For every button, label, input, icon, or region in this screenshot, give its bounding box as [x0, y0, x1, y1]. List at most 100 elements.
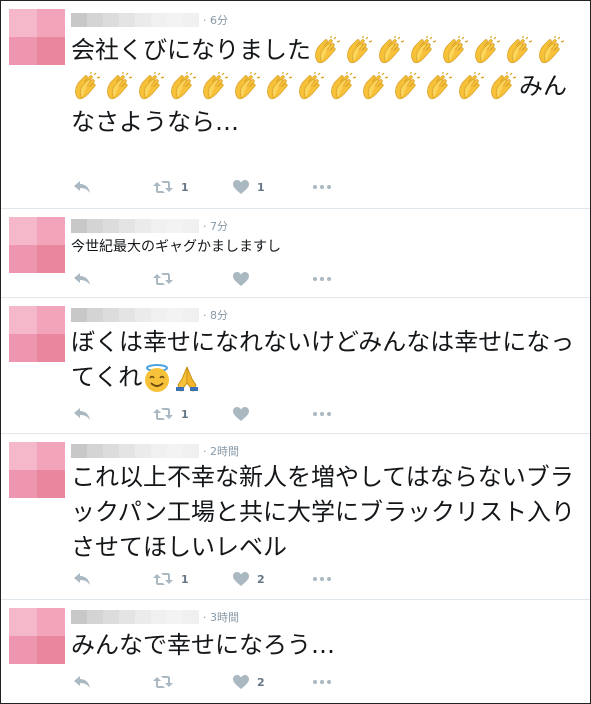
more-button[interactable]: [313, 270, 343, 288]
tweet-actions: 1 2: [73, 570, 343, 588]
more-dots-icon: [313, 185, 331, 189]
clapping-hands-icon: [491, 72, 517, 100]
tweet-text: これ以上不幸な新人を増やしてはならないブラックパン工場と共に大学にブラックリスト…: [71, 463, 575, 561]
retweet-button[interactable]: 1: [153, 570, 233, 588]
avatar[interactable]: [9, 9, 65, 65]
like-button[interactable]: 2: [233, 673, 313, 691]
heart-icon: [233, 272, 249, 286]
more-button[interactable]: [313, 570, 343, 588]
reply-button[interactable]: [73, 270, 153, 288]
clapping-hands-icon: [107, 72, 133, 100]
tweet-time[interactable]: · 2時間: [203, 443, 239, 459]
clapping-hands-icon: [331, 72, 357, 100]
retweet-count: 1: [181, 180, 189, 194]
like-button[interactable]: [233, 405, 313, 423]
tweet-time[interactable]: · 8分: [203, 307, 228, 323]
tweet-actions: 1 1: [73, 178, 343, 196]
reply-icon: [74, 181, 90, 193]
tweet-time[interactable]: · 6分: [203, 12, 228, 28]
retweet-count: 1: [181, 407, 189, 421]
clapping-hands-icon: [459, 72, 485, 100]
avatar[interactable]: [9, 306, 65, 362]
tweet-text: 今世紀最大のギャグかましますし: [71, 239, 281, 255]
clapping-hands-icon: [363, 72, 389, 100]
username-blurred[interactable]: [71, 444, 199, 458]
retweet-icon: [153, 181, 173, 193]
more-dots-icon: [313, 680, 331, 684]
clapping-hands-icon: [171, 72, 197, 100]
tweet[interactable]: · 8分 ぼくは幸せになれないけどみんなは幸せになってくれ 1: [1, 298, 590, 434]
tweet[interactable]: · 7分 今世紀最大のギャグかましますし: [1, 209, 590, 298]
tweet[interactable]: · 3時間 みんなで幸せになろう… 2: [1, 600, 590, 703]
clapping-hands-icon: [139, 72, 165, 100]
clapping-hands-icon: [427, 72, 453, 100]
more-dots-icon: [313, 412, 331, 416]
reply-icon: [74, 408, 90, 420]
folded-hands-icon: [176, 366, 199, 392]
tweet-header: · 6分: [71, 11, 228, 29]
retweet-button[interactable]: [153, 270, 233, 288]
like-count: 2: [257, 675, 265, 689]
clapping-hands-icon: [267, 72, 293, 100]
username-blurred[interactable]: [71, 13, 199, 27]
clapping-hands-icon: [235, 72, 261, 100]
tweet-header: · 2時間: [71, 442, 239, 460]
tweet-text: 会社くびになりましたみんなさようなら…: [71, 32, 576, 140]
username-blurred[interactable]: [71, 610, 199, 624]
tweet-actions: 1: [73, 405, 343, 423]
like-count: 1: [257, 180, 265, 194]
clapping-hands-icon: [347, 36, 373, 64]
retweet-icon: [153, 676, 173, 688]
clapping-hands-icon: [475, 36, 501, 64]
reply-button[interactable]: [73, 570, 153, 588]
tweet-header: · 8分: [71, 306, 228, 324]
tweet-actions: [73, 270, 343, 288]
retweet-icon: [153, 573, 173, 585]
clapping-hands-icon: [395, 72, 421, 100]
clapping-hands-icon: [299, 72, 325, 100]
reply-button[interactable]: [73, 178, 153, 196]
retweet-count: 1: [181, 572, 189, 586]
tweet-time[interactable]: · 3時間: [203, 609, 239, 625]
like-button[interactable]: 2: [233, 570, 313, 588]
tweet-text-before: 会社くびになりました: [71, 36, 311, 64]
retweet-button[interactable]: [153, 673, 233, 691]
like-count: 2: [257, 572, 265, 586]
reply-icon: [74, 676, 90, 688]
reply-button[interactable]: [73, 405, 153, 423]
like-button[interactable]: [233, 270, 313, 288]
heart-icon: [233, 572, 249, 586]
more-button[interactable]: [313, 178, 343, 196]
tweet-header: · 3時間: [71, 608, 239, 626]
more-dots-icon: [313, 277, 331, 281]
retweet-icon: [153, 408, 173, 420]
retweet-button[interactable]: 1: [153, 405, 233, 423]
tweet-actions: 2: [73, 673, 343, 691]
reply-icon: [74, 273, 90, 285]
tweet[interactable]: · 2時間 これ以上不幸な新人を増やしてはならないブラックパン工場と共に大学にブ…: [1, 434, 590, 600]
clapping-hands-icon: [379, 36, 405, 64]
clapping-hands-icon: [507, 36, 533, 64]
tweet-time[interactable]: · 7分: [203, 218, 228, 234]
reply-button[interactable]: [73, 673, 153, 691]
tweet[interactable]: · 6分 会社くびになりましたみんなさようなら… 1 1: [1, 1, 590, 209]
avatar[interactable]: [9, 442, 65, 498]
username-blurred[interactable]: [71, 308, 199, 322]
heart-icon: [233, 407, 249, 421]
timeline: · 6分 会社くびになりましたみんなさようなら… 1 1 · 7分 今世紀最大の…: [0, 0, 591, 704]
avatar[interactable]: [9, 608, 65, 664]
clapping-hands-icon: [315, 36, 341, 64]
like-button[interactable]: 1: [233, 178, 313, 196]
more-button[interactable]: [313, 405, 343, 423]
clapping-hands-icon: [539, 36, 565, 64]
reply-icon: [74, 573, 90, 585]
clapping-hands-icon: [443, 36, 469, 64]
username-blurred[interactable]: [71, 219, 199, 233]
retweet-button[interactable]: 1: [153, 178, 233, 196]
more-button[interactable]: [313, 673, 343, 691]
heart-icon: [233, 675, 249, 689]
tweet-text: みんなで幸せになろう…: [71, 631, 335, 659]
clapping-hands-icon: [411, 36, 437, 64]
tweet-text: ぼくは幸せになれないけどみんなは幸せになってくれ: [71, 325, 576, 395]
avatar[interactable]: [9, 217, 65, 273]
